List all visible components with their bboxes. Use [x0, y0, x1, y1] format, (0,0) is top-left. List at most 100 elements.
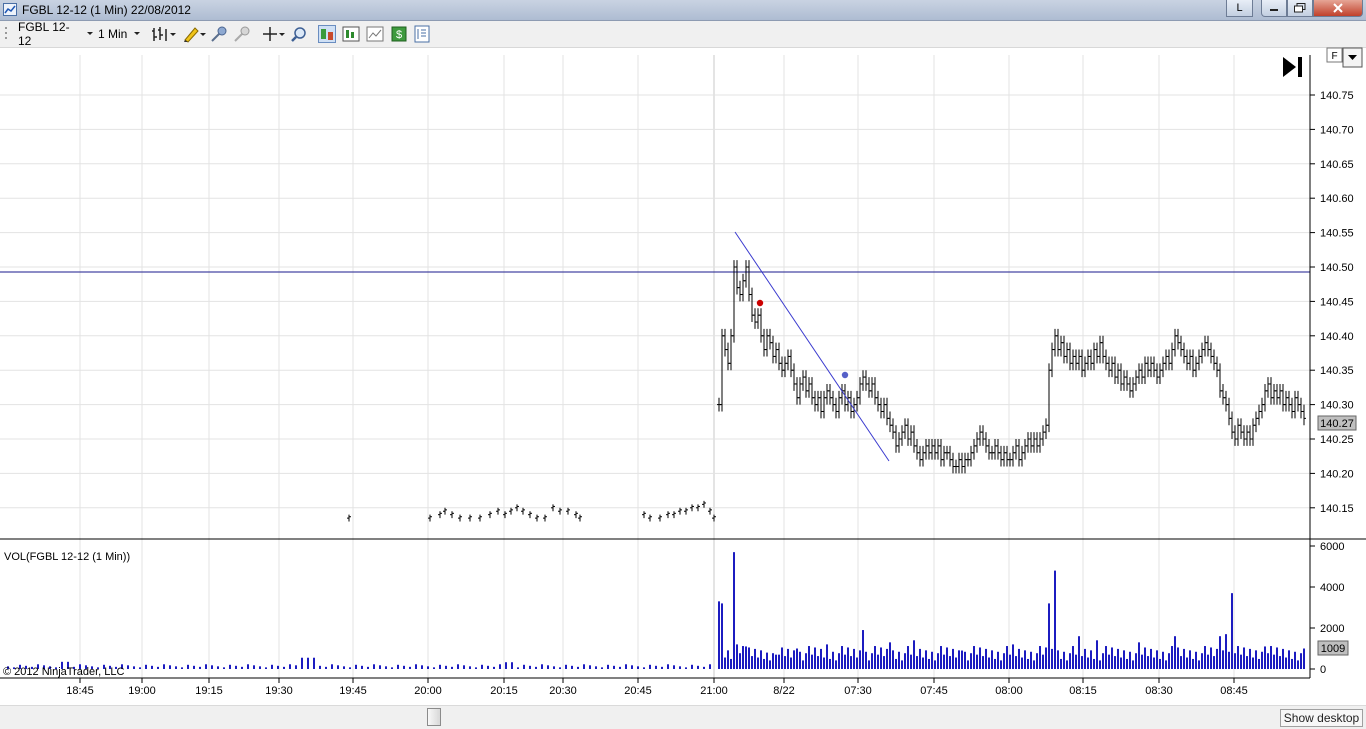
crosshair-button[interactable] [262, 25, 286, 43]
trend-line[interactable] [734, 231, 890, 462]
volume-bar [277, 665, 279, 669]
price-tick-label: 140.45 [1320, 296, 1354, 308]
volume-bar [931, 651, 933, 669]
volume-bar [997, 651, 999, 669]
volume-bar [1018, 648, 1020, 669]
bar-type-button[interactable] [151, 25, 177, 43]
interval-selector[interactable]: 1 Min [98, 24, 144, 44]
drawing-tools-button[interactable] [182, 25, 206, 43]
volume-bar [1063, 651, 1065, 669]
volume-bar [1000, 660, 1002, 669]
volume-bar [445, 665, 447, 669]
volume-bar [745, 646, 747, 669]
maximize-button[interactable] [1287, 0, 1313, 17]
volume-bar [1183, 648, 1185, 669]
ninjatrader-app-icon [3, 3, 17, 16]
interval-label: 1 Min [98, 27, 128, 41]
volume-bar [1135, 653, 1137, 669]
zoom-button[interactable] [290, 25, 308, 43]
volume-bar [733, 552, 735, 669]
volume-bar [1159, 658, 1161, 669]
volume-bar [409, 666, 411, 669]
volume-bar [913, 640, 915, 669]
volume-bar [571, 665, 573, 669]
volume-bar [1021, 657, 1023, 669]
scroll-to-end-button[interactable] [1278, 54, 1306, 80]
volume-bar [1030, 651, 1032, 669]
horizontal-scrollbar[interactable]: Show desktop [0, 705, 1366, 729]
volume-indicator-label: VOL(FGBL 12-12 (1 Min)) [4, 551, 130, 563]
volume-bar [1156, 650, 1158, 669]
layout-button[interactable]: L [1226, 0, 1253, 17]
volume-bar [1204, 646, 1206, 669]
volume-bar [1057, 650, 1059, 669]
volume-bar [679, 666, 681, 669]
volume-bar [1123, 650, 1125, 669]
volume-bar [1093, 658, 1095, 669]
volume-bar [1246, 656, 1248, 669]
volume-bar [1039, 646, 1041, 669]
show-desktop-label: Show desktop [1283, 711, 1360, 725]
volume-bar [1060, 658, 1062, 669]
volume-bar [283, 666, 285, 669]
volume-bar [1120, 657, 1122, 669]
volume-bar [1117, 648, 1119, 669]
volume-bar [886, 648, 888, 669]
volume-bar [187, 664, 189, 669]
volume-bar [799, 651, 801, 669]
properties-button[interactable] [413, 25, 431, 43]
volume-bar [1114, 656, 1116, 669]
volume-bar [781, 647, 783, 669]
volume-bar [517, 667, 519, 669]
end-bar-icon [1298, 57, 1302, 77]
volume-bar [145, 664, 147, 669]
volume-bar [847, 647, 849, 669]
volume-bar [253, 665, 255, 669]
time-tick-label: 19:45 [339, 685, 367, 697]
volume-bar [469, 666, 471, 669]
chart-trader-button[interactable] [318, 25, 336, 43]
volume-bar [217, 666, 219, 669]
dollar-button[interactable]: $ [390, 25, 408, 43]
chart-panel[interactable]: 140.75 140.70 140.65 140.60 140.55 140.50 140.… [0, 47, 1366, 705]
volume-bar [937, 653, 939, 669]
data-box-button[interactable] [366, 25, 384, 43]
strategies-button[interactable] [342, 25, 360, 43]
pencil-draw-icon [184, 27, 206, 43]
show-desktop-button[interactable]: Show desktop [1280, 709, 1363, 727]
volume-bar [769, 660, 771, 669]
volume-bar [1189, 650, 1191, 669]
strategies-icon [342, 26, 360, 42]
time-axis[interactable]: 18:45 19:00 19:15 19:30 19:45 20:00 20:15 20:30… [66, 678, 1248, 697]
volume-bar [889, 642, 891, 669]
volume-bar [1150, 648, 1152, 669]
volume-bar [1105, 646, 1107, 669]
volume-bar [1129, 651, 1131, 669]
volume-bar [1048, 603, 1050, 669]
volume-bar [1294, 651, 1296, 669]
scrollbar-thumb[interactable] [427, 708, 441, 726]
instrument-selector[interactable]: FGBL 12-12 [18, 20, 94, 48]
volume-bar [1282, 648, 1284, 669]
volume-bar [1210, 647, 1212, 669]
add-indicator-button[interactable] [210, 25, 228, 43]
volume-bar [958, 650, 960, 669]
volume-bar [1258, 658, 1260, 669]
close-button[interactable] [1313, 0, 1363, 17]
volume-bar [1228, 651, 1230, 669]
volume-bar [1201, 653, 1203, 669]
volume-bar [397, 664, 399, 669]
volume-bar [772, 653, 774, 669]
remove-indicator-button[interactable] [233, 25, 251, 43]
volume-tick-label: 2000 [1320, 623, 1344, 635]
volume-bar [853, 648, 855, 669]
volume-bar [685, 667, 687, 669]
volume-bar [1198, 660, 1200, 669]
chart-grid [0, 55, 1310, 678]
minimize-button[interactable] [1261, 0, 1287, 17]
volume-bar [1054, 570, 1056, 669]
volume-bar [748, 647, 750, 669]
volume-bar [331, 664, 333, 669]
volume-bar [961, 650, 963, 669]
volume-bar [343, 666, 345, 669]
